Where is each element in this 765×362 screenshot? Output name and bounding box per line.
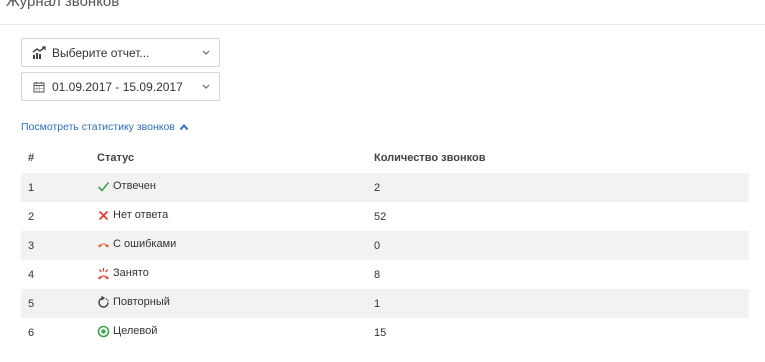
- row-status: Нет ответа: [97, 202, 374, 231]
- status-label: Отвечен: [113, 180, 156, 192]
- call-log-page: Журнал звонков Выберите отчет... 01.09.2…: [0, 0, 765, 362]
- row-count: 52: [374, 210, 387, 223]
- table-row: 6 Целевой 15: [21, 318, 749, 347]
- repeat-icon: [97, 295, 110, 309]
- call-stats-table: # Статус Количество звонков 1 Отвечен 2: [21, 143, 749, 347]
- row-status: Целевой: [97, 318, 374, 347]
- row-number: 4: [28, 268, 35, 281]
- status-label: Нет ответа: [113, 209, 169, 221]
- row-count: 1: [374, 289, 749, 318]
- table-row: 3 С ошибками 0: [21, 231, 749, 260]
- column-header-status: Статус: [97, 152, 135, 164]
- report-select-value: Выберите отчет...: [52, 45, 150, 60]
- table-row: 5 Повторный 1: [21, 289, 749, 318]
- table-row: 4 Занято 8: [21, 260, 749, 289]
- row-number: 6: [28, 326, 35, 339]
- date-range-select[interactable]: 01.09.2017 - 15.09.2017: [21, 72, 220, 101]
- row-count: 2: [374, 173, 749, 202]
- page-header: Журнал звонков: [0, 0, 765, 25]
- table-row: 2 Нет ответа 52: [21, 202, 749, 231]
- row-count: 15: [374, 326, 387, 339]
- view-stats-label: Посмотреть статистику звонков: [21, 121, 175, 133]
- row-count: 0: [374, 231, 749, 260]
- chevron-down-icon: [202, 50, 210, 55]
- check-icon: [97, 180, 110, 193]
- calendar-icon: [32, 80, 46, 94]
- status-label: С ошибками: [113, 238, 177, 250]
- table-header-row: # Статус Количество звонков: [21, 143, 749, 173]
- row-number: 2: [28, 210, 35, 223]
- chevron-down-icon: [202, 84, 210, 89]
- status-label: Повторный: [113, 296, 170, 308]
- filters-panel: Выберите отчет... 01.09.2017 - 15.09.201…: [21, 38, 220, 106]
- table-row: 1 Отвечен 2: [21, 173, 749, 202]
- row-status: Повторный: [97, 289, 374, 318]
- row-status: Отвечен: [97, 173, 374, 202]
- row-number: 3: [21, 231, 97, 260]
- status-label: Целевой: [113, 325, 158, 337]
- status-label: Занято: [113, 267, 149, 279]
- row-number: 5: [21, 289, 97, 318]
- column-header-number: #: [28, 152, 35, 164]
- busy-icon: [97, 267, 110, 280]
- view-stats-link[interactable]: Посмотреть статистику звонков: [21, 121, 189, 133]
- target-icon: [97, 325, 110, 338]
- date-range-value: 01.09.2017 - 15.09.2017: [52, 79, 183, 94]
- row-status: С ошибками: [97, 231, 374, 260]
- chevron-up-icon: [179, 123, 189, 131]
- column-header-count: Количество звонков: [374, 152, 486, 164]
- row-count: 8: [374, 268, 381, 281]
- report-select[interactable]: Выберите отчет...: [21, 38, 220, 67]
- row-status: Занято: [97, 260, 374, 289]
- cross-icon: [97, 209, 110, 222]
- chart-icon: [32, 45, 46, 60]
- hangup-icon: [97, 238, 110, 251]
- page-title: Журнал звонков: [6, 0, 120, 10]
- row-number: 1: [21, 173, 97, 202]
